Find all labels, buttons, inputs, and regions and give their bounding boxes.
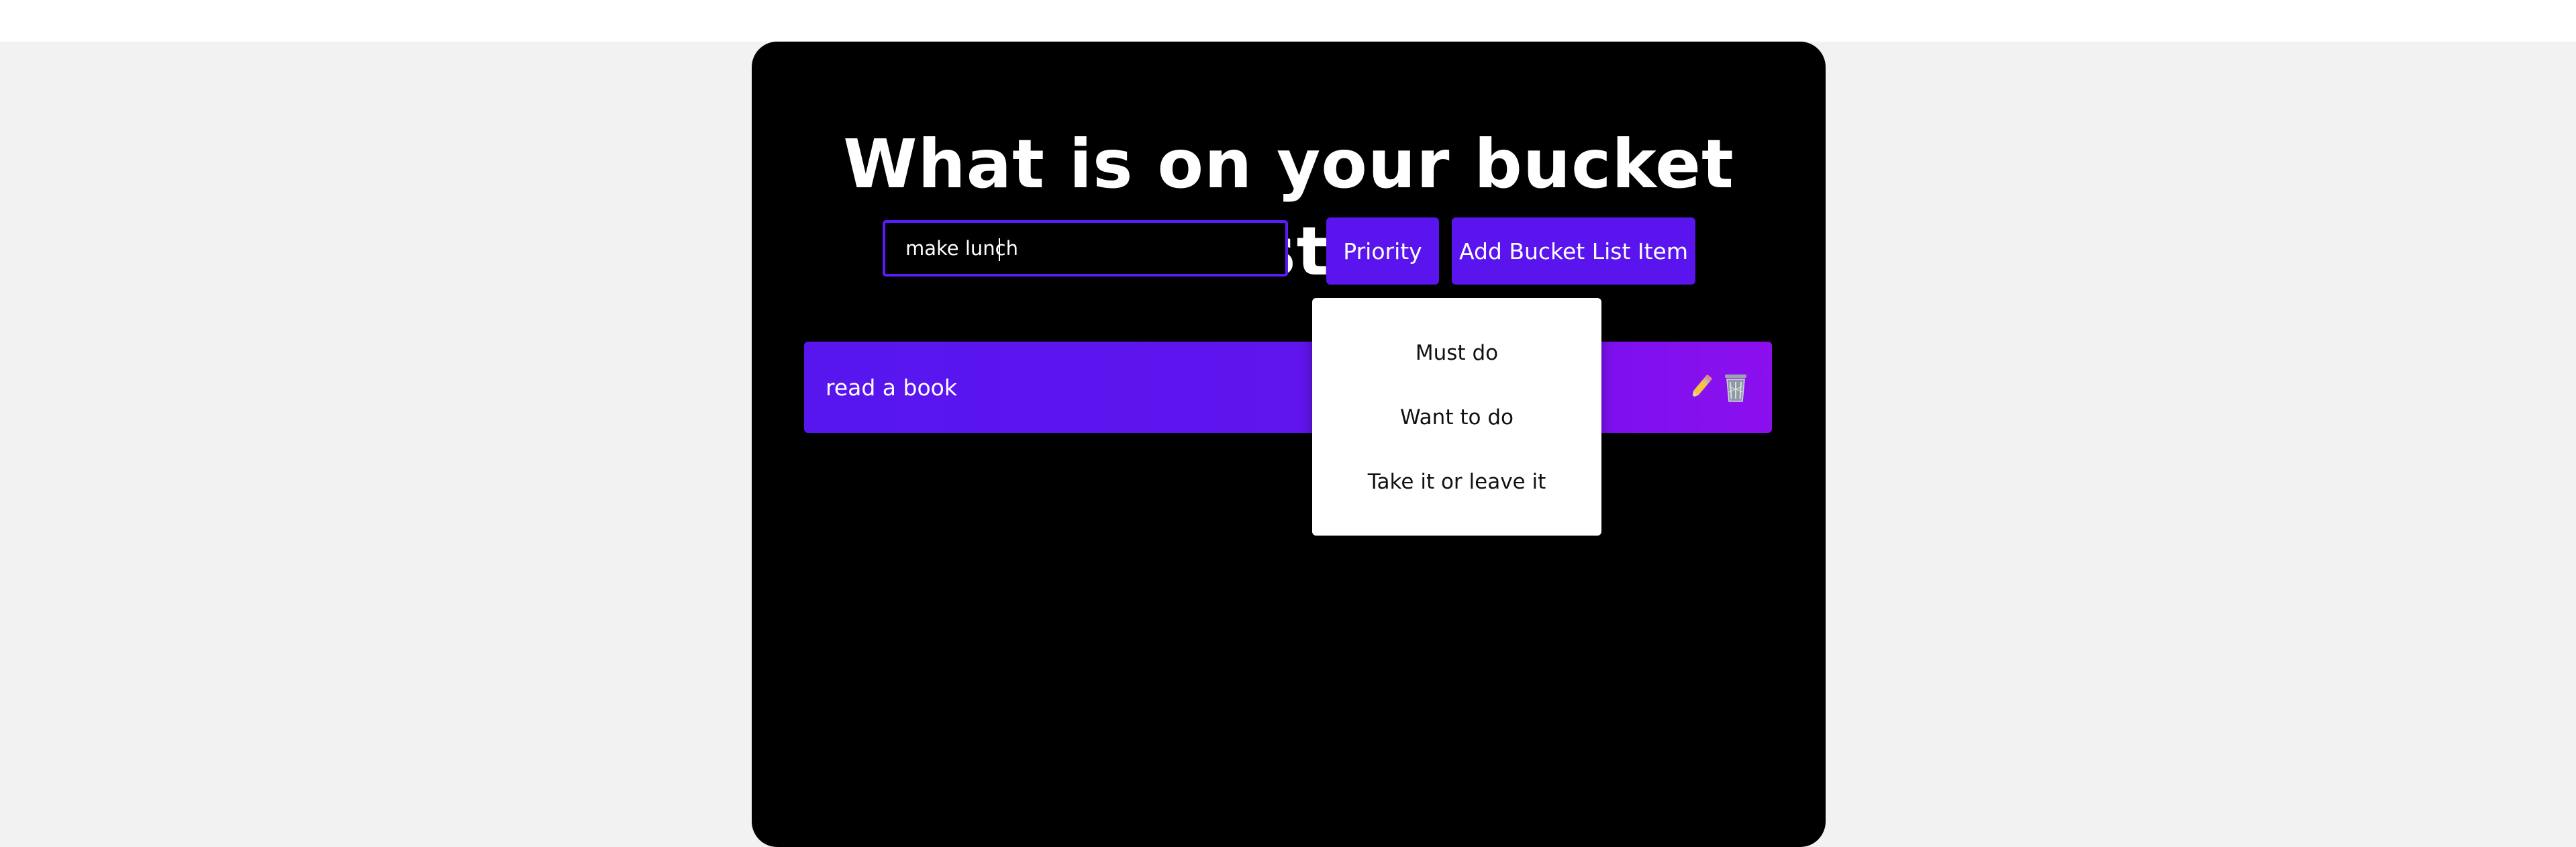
priority-dropdown-menu: Must do Want to do Take it or leave it — [1312, 298, 1601, 536]
text-caret — [999, 238, 1000, 261]
bucket-list-app: What is on your bucket list? Priority Ad… — [752, 42, 1826, 847]
priority-option-take-it-or-leave-it[interactable]: Take it or leave it — [1312, 450, 1601, 514]
trash-icon[interactable] — [1720, 371, 1752, 403]
add-bucket-item-button[interactable]: Add Bucket List Item — [1452, 217, 1695, 285]
priority-button[interactable]: Priority — [1326, 217, 1439, 285]
bucket-item-input[interactable] — [883, 220, 1288, 277]
bucket-list-item[interactable]: read a book — [804, 342, 1772, 433]
priority-option-want-to-do[interactable]: Want to do — [1312, 385, 1601, 450]
priority-option-must-do[interactable]: Must do — [1312, 321, 1601, 385]
item-actions — [1685, 342, 1752, 433]
bucket-item-text: read a book — [826, 374, 957, 401]
pencil-icon[interactable] — [1685, 371, 1717, 403]
